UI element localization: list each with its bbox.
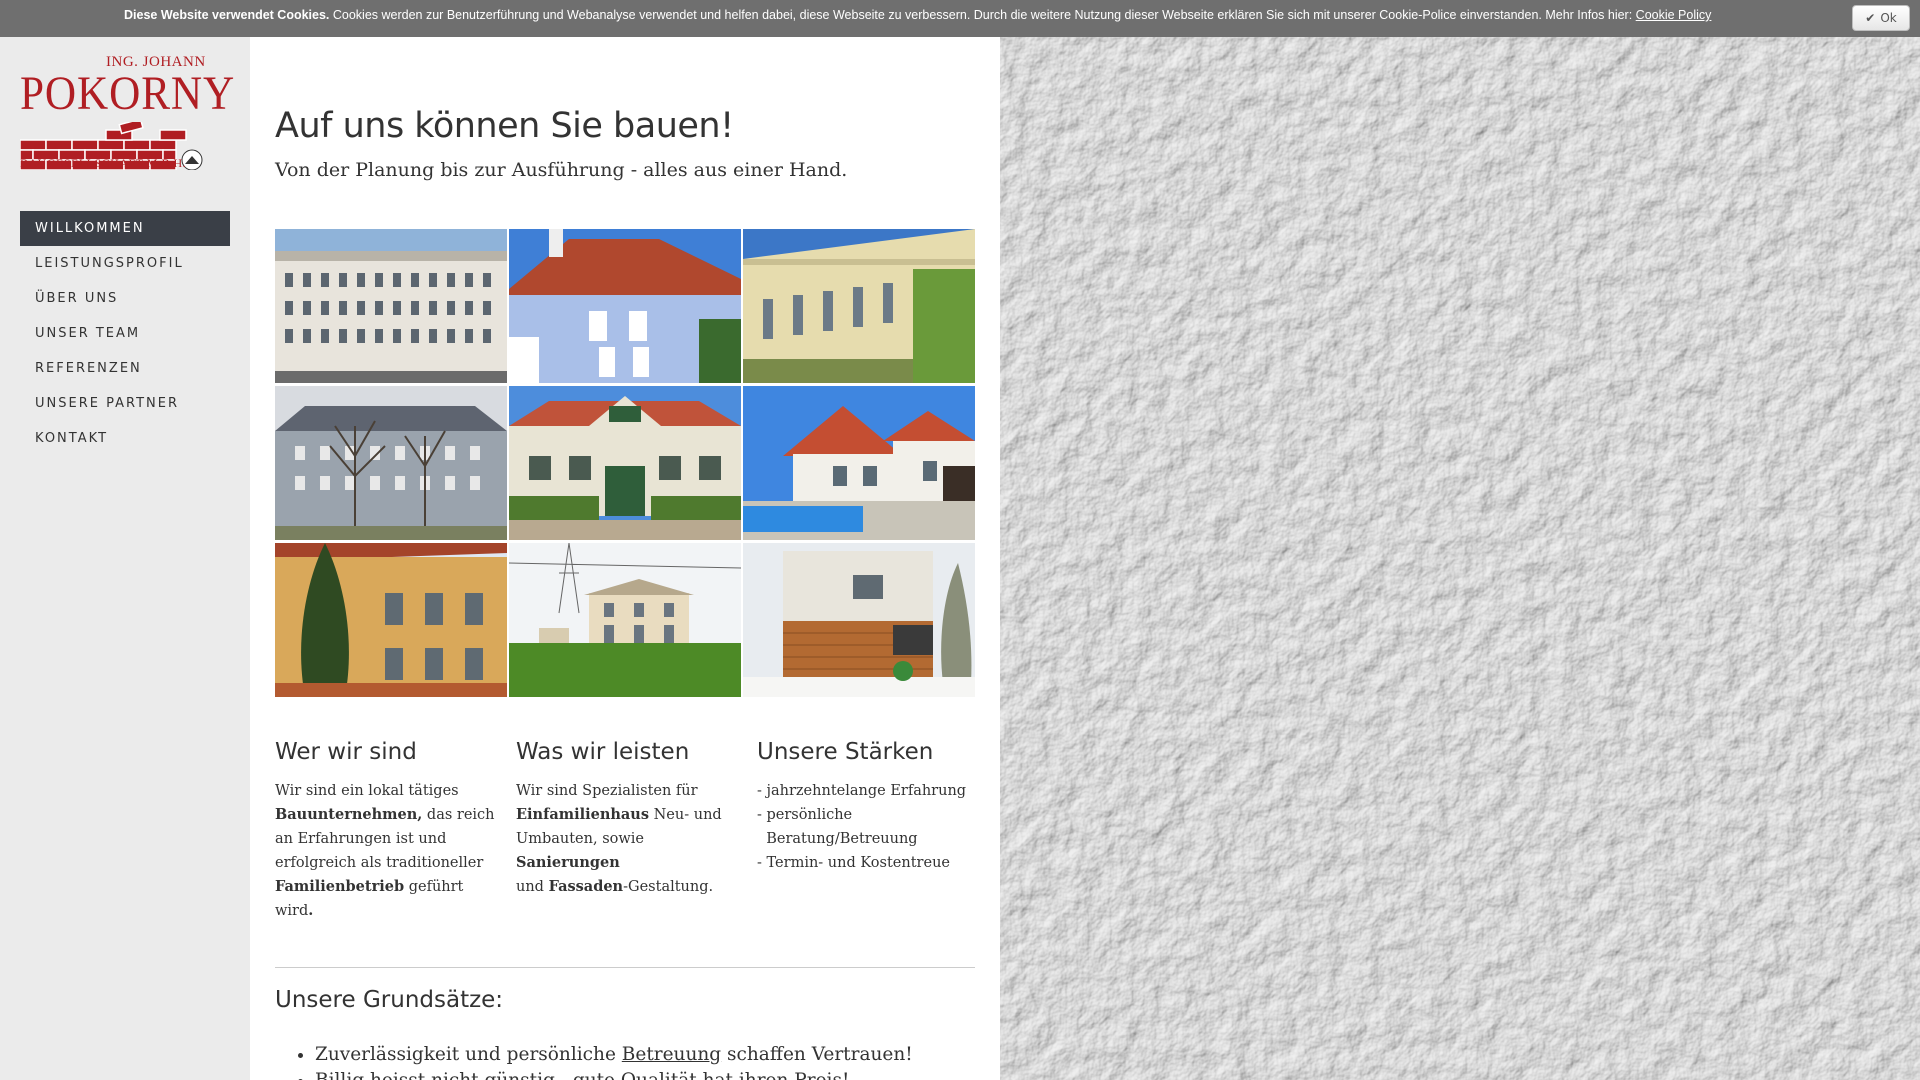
logo-name-text: POKORNY <box>20 67 236 120</box>
gallery-photo-yellow-facade[interactable] <box>743 229 975 383</box>
gallery-photo-ochre-house[interactable] <box>275 543 507 697</box>
column-title: Wer wir sind <box>275 739 417 765</box>
column-text: Wir sind Spezialisten für Einfamilienhau… <box>516 783 722 895</box>
nav-item-leistungsprofil[interactable]: LEISTUNGSPROFIL <box>20 246 230 281</box>
nav-item-unsere-partner[interactable]: UNSERE PARTNER <box>20 386 230 421</box>
cookie-bar: Diese Website verwendet Cookies. Cookies… <box>0 0 1920 37</box>
cookie-message-bold: Diese Website verwendet Cookies. <box>124 8 330 22</box>
gallery-photo-grey-building[interactable] <box>275 386 507 540</box>
company-logo[interactable]: ING. JOHANN POKORNY BAUGESELLSCHAFT M.B.… <box>20 54 234 174</box>
column-wer-wir-sind: Wer wir sind Wir sind ein lokal tätiges … <box>275 739 495 923</box>
nav-item-unser-team[interactable]: UNSER TEAM <box>20 316 230 351</box>
sidebar: ING. JOHANN POKORNY BAUGESELLSCHAFT M.B.… <box>0 37 250 1080</box>
column-unsere-staerken: Unsere Stärken - jahrzehntelange Erfahru… <box>757 739 977 875</box>
list-item: Zuverlässigkeit und persönliche Betreuun… <box>315 1042 913 1068</box>
column-text: Wir sind ein lokal tätiges Bauunternehme… <box>275 783 495 919</box>
checkmark-icon: ✔ <box>1865 11 1876 25</box>
main-navigation: WILLKOMMEN LEISTUNGSPROFIL ÜBER UNS UNSE… <box>20 211 230 456</box>
photo-gallery <box>275 229 975 697</box>
cookie-ok-button[interactable]: ✔ Ok <box>1852 5 1910 31</box>
column-title: Unsere Stärken <box>757 739 934 765</box>
principles-title: Unsere Grundsätze: <box>275 987 504 1013</box>
principles-list: Zuverlässigkeit und persönliche Betreuun… <box>315 1042 913 1080</box>
list-item: Billig heisst nicht günstig - gute Quali… <box>315 1068 913 1080</box>
page-subheadline: Von der Planung bis zur Ausführung - all… <box>275 159 848 181</box>
gallery-photo-wood-cube-house[interactable] <box>743 543 975 697</box>
column-text: - jahrzehntelange Erfahrung - persönliche… <box>757 783 967 871</box>
stucco-background-image <box>1000 37 1920 1080</box>
column-was-wir-leisten: Was wir leisten Wir sind Spezialisten fü… <box>516 739 736 899</box>
gallery-photo-green-door-house[interactable] <box>509 386 741 540</box>
cookie-ok-label: Ok <box>1880 11 1897 25</box>
nav-item-willkommen[interactable]: WILLKOMMEN <box>20 211 230 246</box>
gallery-photo-new-villa[interactable] <box>509 543 741 697</box>
qualitaet-link[interactable]: Qualität <box>621 1070 697 1080</box>
betreuung-link[interactable]: Betreuung <box>622 1044 721 1065</box>
cookie-message-text: Cookies werden zur Benutzerführung und W… <box>329 8 1636 22</box>
gallery-photo-pool-house[interactable] <box>743 386 975 540</box>
cookie-policy-link[interactable]: Cookie Policy <box>1636 8 1712 22</box>
nav-item-kontakt[interactable]: KONTAKT <box>20 421 230 456</box>
main-content: Auf uns können Sie bauen! Von der Planun… <box>250 37 1000 1080</box>
page-headline: Auf uns können Sie bauen! <box>275 106 734 146</box>
logo-sub-text: BAUGESELLSCHAFT M.B.H. <box>20 156 187 170</box>
gallery-photo-apartment-block[interactable] <box>275 229 507 383</box>
column-title: Was wir leisten <box>516 739 690 765</box>
section-divider <box>275 967 975 968</box>
nav-item-referenzen[interactable]: REFERENZEN <box>20 351 230 386</box>
gallery-photo-blue-house[interactable] <box>509 229 741 383</box>
cookie-message: Diese Website verwendet Cookies. Cookies… <box>124 8 1711 22</box>
nav-item-ueber-uns[interactable]: ÜBER UNS <box>20 281 230 316</box>
